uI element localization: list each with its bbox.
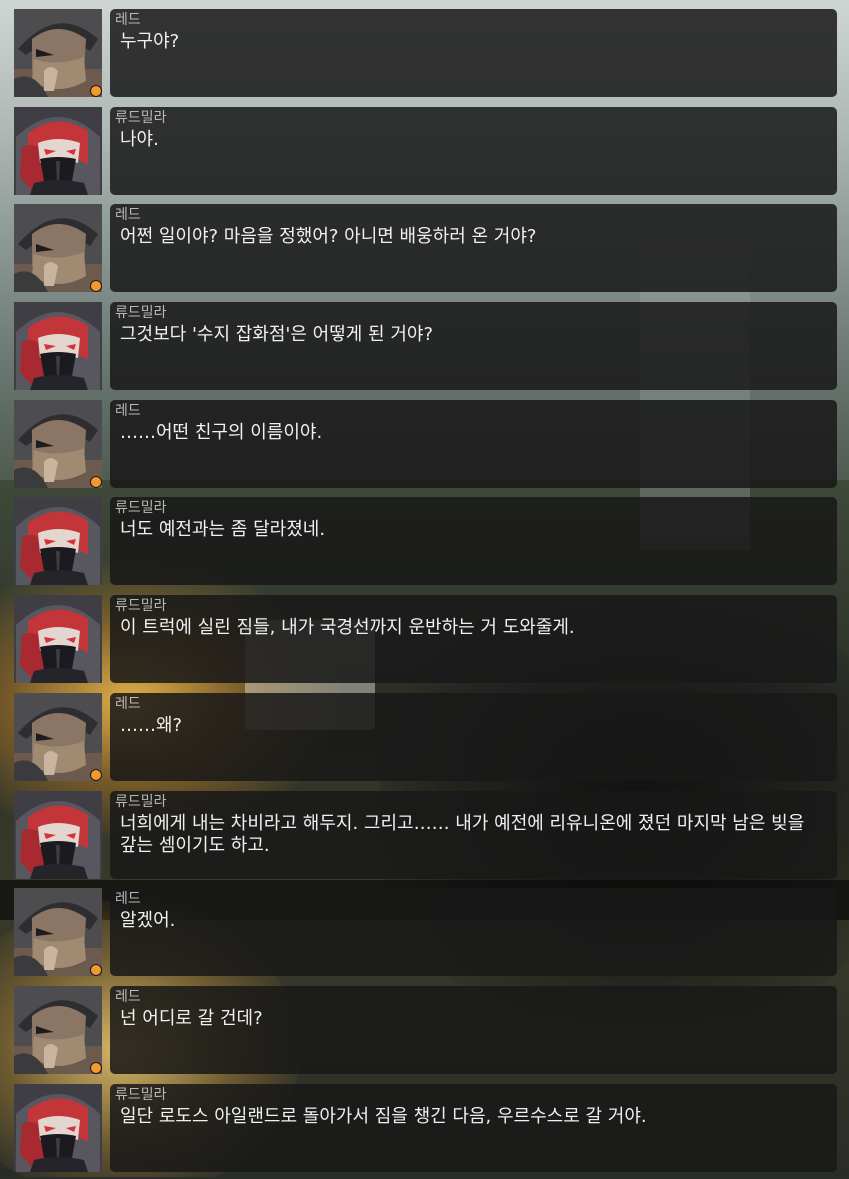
message-text: 나야.: [120, 128, 159, 150]
message-bubble: 류드밀라그것보다 '수지 잡화점'은 어떻게 된 거야?: [110, 302, 837, 391]
message-bubble: 류드밀라너희에게 내는 차비라고 해두지. 그리고…… 내가 예전에 리유니온에…: [110, 790, 837, 879]
status-dot-icon: [90, 768, 102, 781]
message-text: 너도 예전과는 좀 달라졌네.: [120, 519, 326, 541]
speaker-name: 류드밀라: [115, 500, 167, 517]
dialogue-entry: 류드밀라너희에게 내는 차비라고 해두지. 그리고…… 내가 예전에 리유니온에…: [0, 789, 849, 887]
message-text: 너희에게 내는 차비라고 해두지. 그리고…… 내가 예전에 리유니온에 졌던 …: [120, 812, 805, 856]
speaker-name: 레드: [115, 12, 141, 28]
speaker-name: 류드밀라: [115, 1086, 167, 1103]
dialogue-entry: 류드밀라일단 로도스 아일랜드로 돌아가서 짐을 챙긴 다음, 우르수스로 갈 …: [0, 1082, 849, 1179]
message-bubble: 레드넌 어디로 갈 건데?: [110, 985, 837, 1074]
status-dot-icon: [90, 85, 102, 97]
dialogue-entry: 레드누구야?: [0, 7, 849, 105]
dialogue-entry: 레드알겠어.: [0, 886, 849, 984]
speaker-name: 류드밀라: [115, 793, 167, 810]
red-portrait-avatar: [14, 399, 102, 488]
message-text: 누구야?: [120, 31, 180, 52]
message-bubble: 레드누구야?: [110, 9, 837, 97]
message-text: ……어떤 친구의 이름이야.: [120, 421, 323, 443]
message-bubble: 류드밀라일단 로도스 아일랜드로 돌아가서 짐을 챙긴 다음, 우르수스로 갈 …: [110, 1083, 837, 1172]
message-bubble: 류드밀라나야.: [110, 106, 837, 195]
message-text: 어쩐 일이야? 마음을 정했어? 아니면 배웅하러 온 거야?: [120, 226, 537, 248]
message-bubble: 류드밀라너도 예전과는 좀 달라졌네.: [110, 497, 837, 586]
message-text: ……왜?: [120, 714, 183, 736]
message-text: 알겠어.: [120, 910, 176, 932]
speaker-name: 레드: [115, 695, 141, 712]
status-dot-icon: [90, 1061, 102, 1074]
dialogue-entry: 레드넌 어디로 갈 건데?: [0, 984, 849, 1082]
message-bubble: 레드알겠어.: [110, 888, 837, 977]
speaker-name: 류드밀라: [115, 305, 167, 322]
status-dot-icon: [90, 475, 102, 488]
message-text: 그것보다 '수지 잡화점'은 어떻게 된 거야?: [120, 324, 434, 346]
speaker-name: 레드: [115, 402, 141, 419]
ludmila-portrait-avatar: [14, 1083, 102, 1172]
ludmila-portrait-avatar: [14, 106, 102, 195]
red-portrait-avatar: [14, 888, 102, 977]
red-portrait-avatar: [14, 692, 102, 781]
ludmila-portrait-avatar: [14, 302, 102, 391]
speaker-name: 레드: [115, 988, 141, 1005]
ludmila-portrait-avatar: [14, 497, 102, 586]
message-bubble: 레드 ……어떤 친구의 이름이야.: [110, 399, 837, 488]
message-text: 일단 로도스 아일랜드로 돌아가서 짐을 챙긴 다음, 우르수스로 갈 거야.: [120, 1105, 647, 1127]
red-portrait-avatar: [14, 985, 102, 1074]
message-text: 넌 어디로 갈 건데?: [120, 1007, 263, 1029]
red-portrait-avatar: [14, 9, 102, 97]
dialogue-entry: 류드밀라나야.: [0, 105, 849, 203]
dialogue-entry: 레드 ……왜?: [0, 691, 849, 789]
dialogue-log: 레드 누구야? 류드밀라 나야. 레드 어쩐 일이야? 마음을 정했어? 아니면 배웅…: [0, 0, 849, 1179]
red-portrait-avatar: [14, 204, 102, 293]
message-text: 이 트럭에 실린 짐들, 내가 국경선까지 운반하는 거 도와줄게.: [120, 617, 575, 639]
dialogue-entry: 류드밀라이 트럭에 실린 짐들, 내가 국경선까지 운반하는 거 도와줄게.: [0, 593, 849, 691]
dialogue-entry: 류드밀라그것보다 '수지 잡화점'은 어떻게 된 거야?: [0, 300, 849, 398]
speaker-name: 레드: [115, 207, 141, 224]
message-bubble: 레드어쩐 일이야? 마음을 정했어? 아니면 배웅하러 온 거야?: [110, 204, 837, 293]
message-bubble: 류드밀라이 트럭에 실린 짐들, 내가 국경선까지 운반하는 거 도와줄게.: [110, 595, 837, 684]
ludmila-portrait-avatar: [14, 790, 102, 879]
dialogue-entry: 레드 ……어떤 친구의 이름이야.: [0, 398, 849, 496]
dialogue-entry: 류드밀라너도 예전과는 좀 달라졌네.: [0, 495, 849, 593]
speaker-name: 류드밀라: [115, 598, 167, 615]
speaker-name: 레드: [115, 891, 141, 908]
dialogue-entry: 레드어쩐 일이야? 마음을 정했어? 아니면 배웅하러 온 거야?: [0, 202, 849, 300]
speaker-name: 류드밀라: [115, 109, 167, 126]
message-bubble: 레드 ……왜?: [110, 692, 837, 781]
ludmila-portrait-avatar: [14, 595, 102, 684]
